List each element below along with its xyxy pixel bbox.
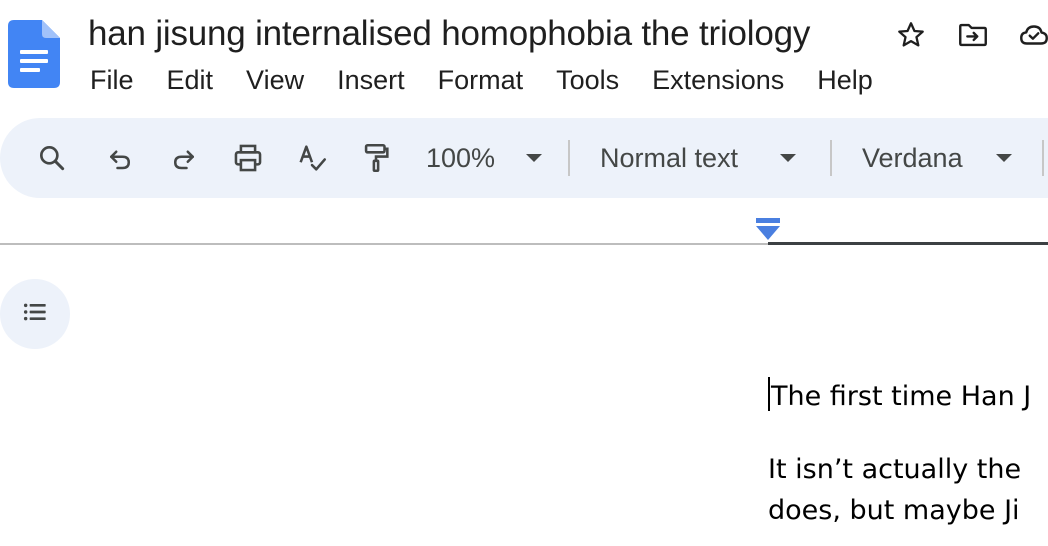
spellcheck-icon bbox=[295, 141, 329, 175]
cloud-saved-icon[interactable] bbox=[1016, 17, 1048, 53]
search-icon bbox=[36, 142, 68, 174]
search-menus-button[interactable] bbox=[32, 138, 72, 178]
document-body[interactable]: The first time Han J It isn’t actually t… bbox=[768, 376, 1048, 531]
docs-logo-icon[interactable] bbox=[8, 20, 60, 88]
star-icon[interactable] bbox=[893, 17, 929, 53]
font-select[interactable]: Verdana bbox=[850, 138, 1012, 178]
move-to-folder-icon[interactable] bbox=[955, 17, 991, 53]
chevron-down-icon bbox=[780, 154, 796, 162]
menu-help[interactable]: Help bbox=[807, 60, 883, 100]
list-icon bbox=[19, 296, 51, 333]
print-icon bbox=[231, 141, 265, 175]
ruler-active-range bbox=[768, 242, 1048, 245]
zoom-select[interactable]: 100% bbox=[412, 138, 542, 178]
google-docs-window: han jisung internalised homophobia the t… bbox=[0, 0, 1048, 546]
menu-file[interactable]: File bbox=[80, 60, 144, 100]
chevron-down-icon bbox=[996, 154, 1012, 162]
chevron-down-icon bbox=[526, 154, 542, 162]
redo-button[interactable] bbox=[164, 138, 204, 178]
print-button[interactable] bbox=[228, 138, 268, 178]
document-title[interactable]: han jisung internalised homophobia the t… bbox=[88, 12, 810, 56]
toolbar-divider bbox=[830, 140, 832, 176]
toolbar-divider bbox=[568, 140, 570, 176]
menu-extensions[interactable]: Extensions bbox=[642, 60, 794, 100]
menu-format[interactable]: Format bbox=[428, 60, 534, 100]
paragraph: The first time Han J bbox=[768, 376, 1048, 417]
paragraph-line: does, but maybe Ji bbox=[768, 495, 1020, 526]
paragraph: It isn’t actually the does, but maybe Ji bbox=[768, 449, 1048, 531]
text-cursor bbox=[768, 377, 770, 411]
document-outline-button[interactable] bbox=[0, 279, 70, 349]
menu-tools[interactable]: Tools bbox=[546, 60, 629, 100]
toolbar-divider bbox=[1042, 140, 1044, 176]
indent-marker[interactable] bbox=[755, 218, 781, 242]
paragraph-style-value: Normal text bbox=[600, 142, 739, 173]
font-value: Verdana bbox=[862, 142, 963, 173]
menu-edit[interactable]: Edit bbox=[157, 60, 224, 100]
toolbar: 100% Normal text Verdana bbox=[0, 118, 1048, 198]
menu-view[interactable]: View bbox=[236, 60, 314, 100]
spelling-grammar-button[interactable] bbox=[292, 138, 332, 178]
paint-roller-icon bbox=[359, 141, 393, 175]
paragraph-style-select[interactable]: Normal text bbox=[588, 138, 796, 178]
redo-icon bbox=[169, 143, 199, 173]
menu-insert[interactable]: Insert bbox=[327, 60, 415, 100]
paragraph-line: The first time Han J bbox=[771, 381, 1032, 412]
undo-icon bbox=[105, 143, 135, 173]
menu-bar: File Edit View Insert Format Tools Exten… bbox=[80, 60, 896, 100]
undo-button[interactable] bbox=[100, 138, 140, 178]
zoom-value: 100% bbox=[426, 142, 496, 173]
paint-format-button[interactable] bbox=[356, 138, 396, 178]
paragraph-line: It isn’t actually the bbox=[768, 454, 1022, 485]
